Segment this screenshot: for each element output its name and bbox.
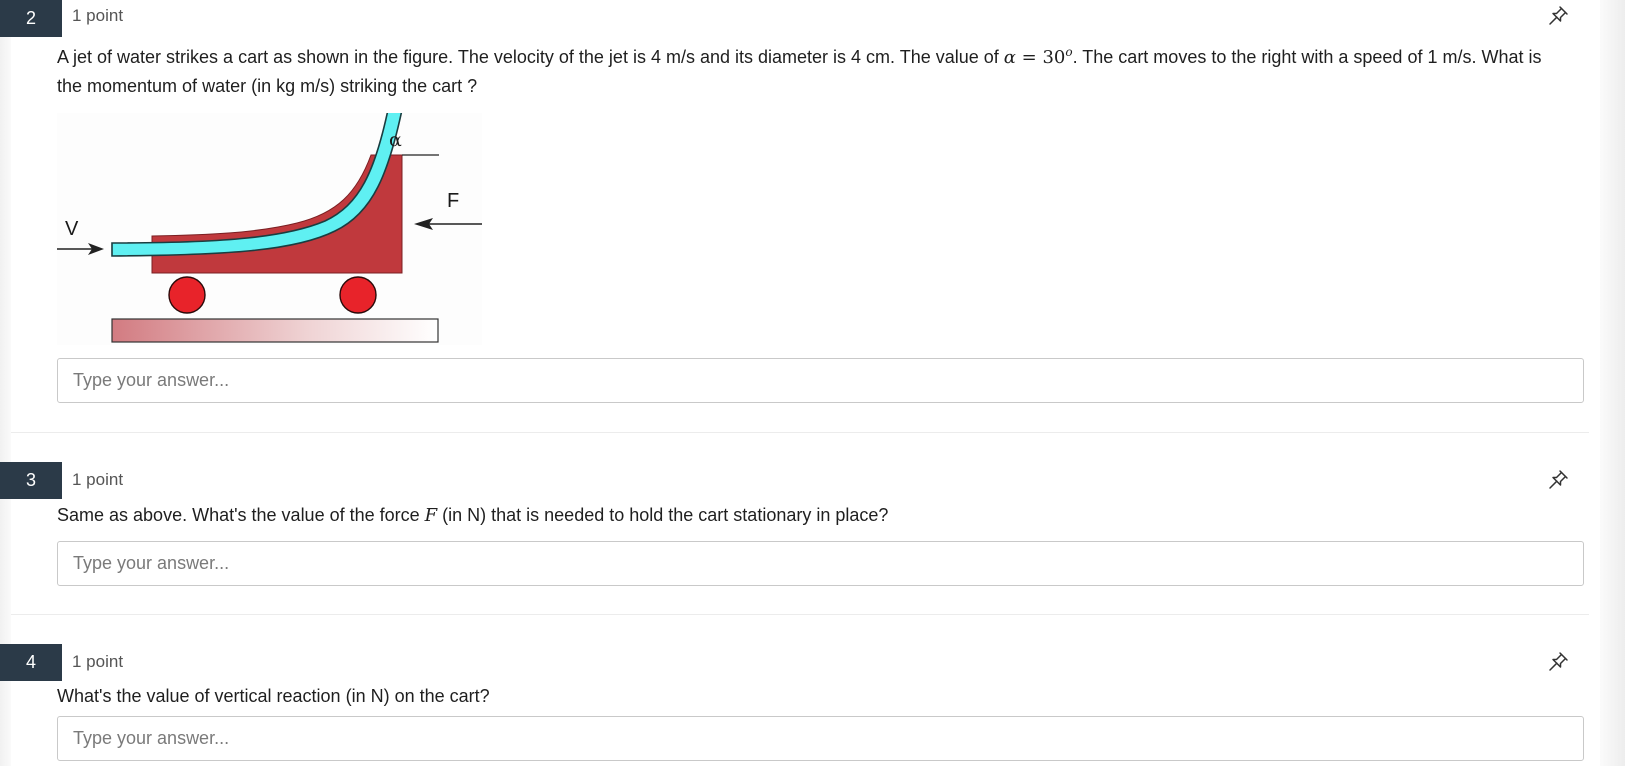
degree-superscript: o xyxy=(1065,45,1073,59)
question-number-badge: 3 xyxy=(0,462,62,499)
question-text-part: Same as above. What's the value of the f… xyxy=(57,505,425,525)
alpha-label: α xyxy=(389,129,402,151)
question-number-badge: 4 xyxy=(0,644,62,681)
cart-jet-figure: α F V xyxy=(57,104,482,345)
question-text: What's the value of vertical reaction (i… xyxy=(57,686,490,706)
question-text: Same as above. What's the value of the f… xyxy=(57,501,1560,530)
force-label: F xyxy=(447,190,459,212)
question-divider xyxy=(11,614,1589,615)
ground xyxy=(111,318,439,343)
equals-sign: = xyxy=(1015,47,1043,68)
question-points: 1 point xyxy=(72,470,124,489)
question-3: 3 1 point Same as above. What's the valu… xyxy=(0,462,1600,612)
pin-icon xyxy=(1549,652,1568,671)
question-text: A jet of water strikes a cart as shown i… xyxy=(57,38,1560,101)
answer-input[interactable] xyxy=(57,358,1584,403)
question-number-badge: 2 xyxy=(0,0,62,37)
alpha-value: 30 xyxy=(1042,47,1066,68)
force-symbol: F xyxy=(424,505,438,526)
figure-diagram: α F V xyxy=(57,104,482,345)
pin-icon xyxy=(1549,470,1568,489)
answer-input[interactable] xyxy=(57,716,1584,761)
answer-input[interactable] xyxy=(57,541,1584,586)
question-4: 4 1 point What's the value of vertical r… xyxy=(0,644,1600,766)
question-divider xyxy=(11,432,1589,433)
question-text-part: (in N) that is needed to hold the cart s… xyxy=(437,505,889,525)
pin-button[interactable] xyxy=(1546,650,1570,674)
pin-button[interactable] xyxy=(1546,4,1570,28)
question-2: 2 1 point A jet of water strikes a cart … xyxy=(0,0,1600,430)
page-scroll-gutter[interactable] xyxy=(1600,0,1625,766)
question-text-part: A jet of water strikes a cart as shown i… xyxy=(57,47,1004,67)
pin-button[interactable] xyxy=(1546,468,1570,492)
pin-icon xyxy=(1549,6,1568,25)
velocity-label: V xyxy=(65,218,79,240)
alpha-symbol: α xyxy=(1003,47,1016,68)
question-points: 1 point xyxy=(72,6,124,25)
cart-wheel-left xyxy=(168,276,206,314)
question-points: 1 point xyxy=(72,652,124,671)
cart-wheel-right xyxy=(339,276,377,314)
